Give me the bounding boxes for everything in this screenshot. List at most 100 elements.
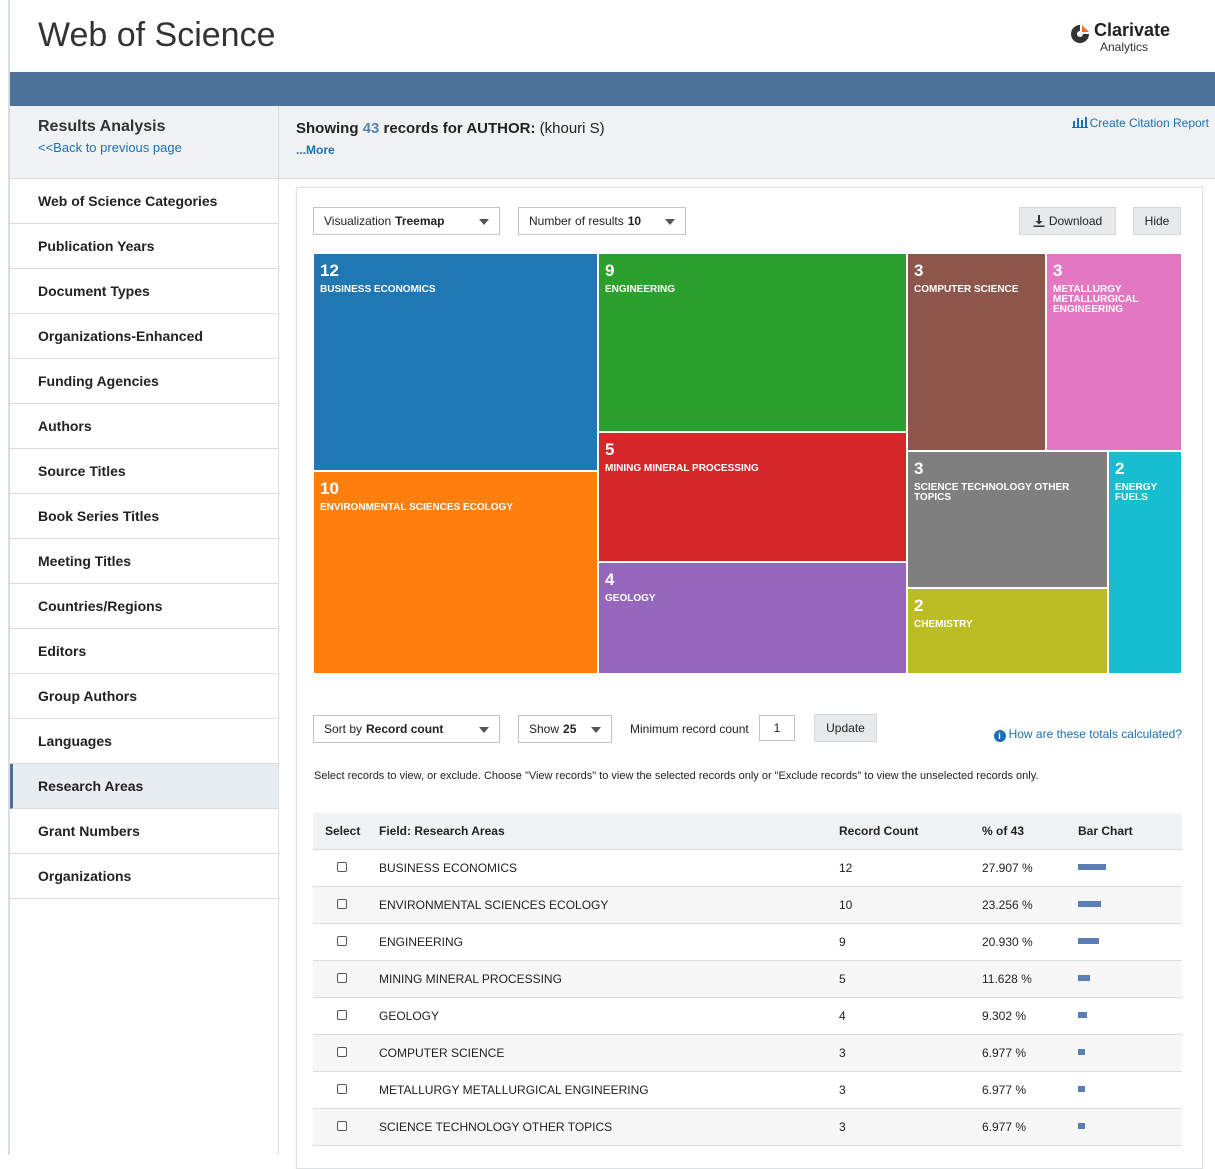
- visualization-value: Treemap: [395, 214, 445, 228]
- treemap-tile-label: SCIENCE TECHNOLOGY OTHER TOPICS: [914, 482, 1070, 503]
- chevron-down-icon: [479, 219, 489, 225]
- sidebar-item[interactable]: Meeting Titles: [10, 539, 278, 584]
- sidebar-item[interactable]: Group Authors: [10, 674, 278, 719]
- row-checkbox[interactable]: [337, 1121, 347, 1131]
- treemap-tile-value: 12: [320, 261, 339, 280]
- row-record-count: 12: [839, 861, 853, 875]
- sidebar-item[interactable]: Research Areas: [10, 764, 278, 809]
- treemap-tile-label: MINING MINERAL PROCESSING: [605, 463, 759, 474]
- row-bar: [1078, 864, 1106, 870]
- info-icon: i: [993, 730, 1006, 742]
- row-checkbox[interactable]: [337, 899, 347, 909]
- row-checkbox[interactable]: [337, 973, 347, 983]
- sidebar-item[interactable]: Book Series Titles: [10, 494, 278, 539]
- totals-help-link[interactable]: i How are these totals calculated?: [993, 727, 1182, 742]
- row-bar: [1078, 901, 1102, 907]
- results-summary: Showing 43 records for AUTHOR: (khouri S…: [279, 106, 1215, 179]
- sidebar-item[interactable]: Authors: [10, 404, 278, 449]
- back-link[interactable]: <<Back to previous page: [38, 140, 182, 155]
- row-field: MINING MINERAL PROCESSING: [379, 972, 562, 986]
- row-bar: [1078, 1123, 1085, 1129]
- treemap-tile[interactable]: 5 MINING MINERAL PROCESSING: [598, 432, 907, 562]
- brand-name: Clarivate: [1094, 20, 1171, 40]
- sort-by-select[interactable]: Sort by Record count: [313, 715, 500, 743]
- table-row: ENGINEERING 9 20.930 %: [313, 924, 1182, 961]
- row-field: METALLURGY METALLURGICAL ENGINEERING: [379, 1083, 649, 1097]
- treemap-tile[interactable]: 12 BUSINESS ECONOMICS: [313, 253, 598, 471]
- treemap-tile[interactable]: 2 ENERGY FUELS: [1108, 451, 1182, 674]
- update-button[interactable]: Update: [814, 714, 877, 742]
- sidebar-item[interactable]: Web of Science Categories: [10, 179, 278, 224]
- sidebar-item[interactable]: Countries/Regions: [10, 584, 278, 629]
- treemap-tile[interactable]: 4 GEOLOGY: [598, 562, 907, 674]
- treemap-tile-value: 9: [605, 261, 615, 280]
- sidebar-item[interactable]: Editors: [10, 629, 278, 674]
- hide-button[interactable]: Hide: [1133, 207, 1181, 235]
- instructions-text: Select records to view, or exclude. Choo…: [314, 770, 1039, 782]
- number-of-results-select[interactable]: Number of results 10: [518, 207, 686, 235]
- row-checkbox[interactable]: [337, 1084, 347, 1094]
- chevron-down-icon: [665, 219, 675, 225]
- download-label: Download: [1048, 214, 1103, 228]
- row-bar: [1078, 938, 1099, 944]
- row-bar: [1078, 1012, 1088, 1018]
- row-record-count: 3: [839, 1120, 846, 1134]
- sort-label: Sort by: [324, 722, 363, 736]
- chevron-down-icon: [591, 727, 601, 733]
- table-row: GEOLOGY 4 9.302 %: [313, 998, 1182, 1035]
- row-checkbox[interactable]: [337, 1047, 347, 1057]
- treemap-tile[interactable]: 3 COMPUTER SCIENCE: [907, 253, 1046, 451]
- min-record-count-input[interactable]: 1: [759, 715, 795, 741]
- sidebar-item[interactable]: Organizations-Enhanced: [10, 314, 278, 359]
- sidebar-item[interactable]: Organizations: [10, 854, 278, 899]
- row-checkbox[interactable]: [337, 862, 347, 872]
- treemap-tile-value: 2: [914, 596, 924, 615]
- brand-sub: Analytics: [1100, 40, 1149, 54]
- sidebar-item[interactable]: Funding Agencies: [10, 359, 278, 404]
- treemap-tile-value: 2: [1115, 459, 1125, 478]
- visualization-select[interactable]: Visualization Treemap: [313, 207, 500, 235]
- treemap-tile[interactable]: 3 METALLURGY METALLURGICAL ENGINEERING: [1046, 253, 1182, 451]
- table-body: BUSINESS ECONOMICS 12 27.907 % ENVIRONMENTA…: [313, 850, 1182, 1146]
- treemap-tile-value: 5: [605, 440, 615, 459]
- clarivate-logo: Clarivate Analytics: [1070, 20, 1180, 58]
- row-checkbox[interactable]: [337, 1010, 347, 1020]
- row-record-count: 4: [839, 1009, 846, 1023]
- row-percent: 11.628 %: [982, 972, 1032, 986]
- treemap-tile[interactable]: 2 CHEMISTRY: [907, 588, 1108, 674]
- app-title: Web of Science: [38, 16, 276, 54]
- sidebar-item[interactable]: Document Types: [10, 269, 278, 314]
- min-record-count-label: Minimum record count: [630, 722, 749, 736]
- num-results-value: 10: [627, 214, 642, 228]
- sidebar-item[interactable]: Grant Numbers: [10, 809, 278, 854]
- row-percent: 27.907 %: [982, 861, 1033, 875]
- results-table: Select Field: Research Areas Record Coun…: [313, 813, 1182, 1146]
- treemap-tile-label: GEOLOGY: [605, 593, 656, 604]
- treemap-tile-value: 3: [914, 459, 924, 478]
- treemap-tile[interactable]: 10 ENVIRONMENTAL SCIENCES ECOLOGY: [313, 471, 598, 674]
- table-header: Select Field: Research Areas Record Coun…: [313, 813, 1182, 850]
- sort-value: Record count: [366, 722, 444, 736]
- download-button[interactable]: Download: [1019, 207, 1116, 235]
- row-record-count: 5: [839, 972, 846, 986]
- row-field: ENGINEERING: [379, 935, 464, 949]
- app-header: Web of Science Clarivate Analytics: [10, 0, 1215, 72]
- treemap-tile-label: ENERGY FUELS: [1115, 482, 1158, 503]
- create-citation-report-link[interactable]: Create Citation Report: [1071, 116, 1209, 130]
- header-bar-chart: Bar Chart: [1078, 824, 1133, 838]
- table-row: MINING MINERAL PROCESSING 5 11.628 %: [313, 961, 1182, 998]
- treemap-tile-value: 4: [605, 570, 615, 589]
- sidebar-item[interactable]: Publication Years: [10, 224, 278, 269]
- more-link[interactable]: ...More: [296, 143, 335, 157]
- header-select: Select: [325, 824, 361, 838]
- header-record-count: Record Count: [839, 824, 919, 838]
- sidebar-item[interactable]: Source Titles: [10, 449, 278, 494]
- sidebar-item[interactable]: Languages: [10, 719, 278, 764]
- top-nav-bar: [10, 72, 1215, 106]
- treemap-tile[interactable]: 9 ENGINEERING: [598, 253, 907, 432]
- row-checkbox[interactable]: [337, 936, 347, 946]
- row-percent: 6.977 %: [982, 1083, 1027, 1097]
- treemap-tile[interactable]: 3 SCIENCE TECHNOLOGY OTHER TOPICS: [907, 451, 1108, 588]
- show-select[interactable]: Show 25: [518, 715, 612, 743]
- row-field: GEOLOGY: [379, 1009, 440, 1023]
